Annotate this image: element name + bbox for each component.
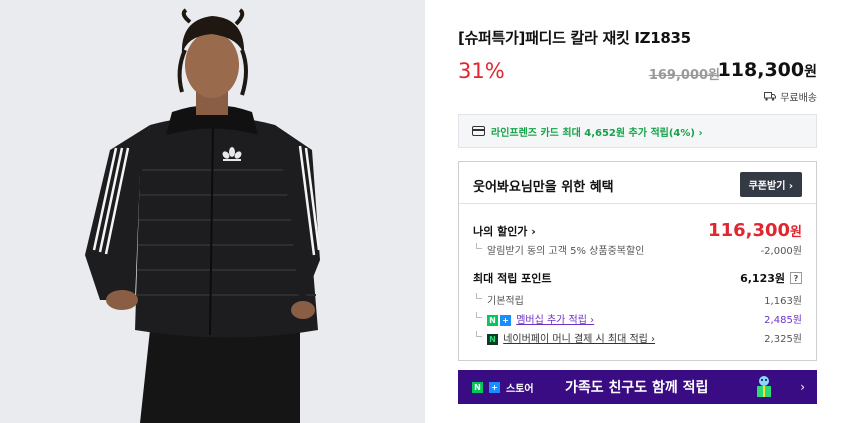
truck-icon <box>764 92 777 101</box>
sale-price-value: 118,300 <box>717 59 805 81</box>
membership-points-value: 2,485원 <box>764 315 802 326</box>
npay-points-label-wrap: N 네이버페이 머니 결제 시 최대 적립 › <box>473 330 655 345</box>
banner-brand: N + 스토어 <box>472 380 534 395</box>
chevron-right-icon: › <box>800 380 805 394</box>
naver-n-icon: N <box>487 314 498 326</box>
banner-text: 가족도 친구도 함께 적립 <box>565 380 709 396</box>
naver-pay-icon: N <box>487 333 498 345</box>
my-discount-row: 나의 할인가 › 116,300원 <box>473 220 802 241</box>
store-promo-banner[interactable]: N + 스토어 가족도 친구도 함께 적립 › <box>458 370 817 404</box>
my-discount-price-value: 116,300 <box>708 220 791 241</box>
member-benefit-box: 웃어봐요님만을 위한 혜택 쿠폰받기 › 나의 할인가 › 116,300원 알… <box>458 161 817 361</box>
membership-points-link[interactable]: 멤버십 추가 적립 › <box>516 315 594 326</box>
basic-points-row: 기본적립 1,163원 <box>473 292 802 307</box>
npay-points-value: 2,325원 <box>764 334 802 345</box>
my-discount-link[interactable]: 나의 할인가 › <box>473 223 536 239</box>
npay-points-row: N 네이버페이 머니 결제 시 최대 적립 › 2,325원 <box>473 330 802 345</box>
help-icon[interactable]: ? <box>790 272 802 284</box>
membership-points-label-wrap: N + 멤버십 추가 적립 › <box>473 311 594 326</box>
max-points-row: 최대 적립 포인트 6,123원 ? <box>473 270 802 286</box>
product-title: [슈퍼특가]패디드 칼라 재킷 IZ1835 <box>458 29 691 47</box>
divider <box>459 203 816 204</box>
shipping-label: 무료배송 <box>780 93 817 104</box>
alert-discount-label: 알림받기 동의 고객 5% 상품중복할인 <box>473 242 644 257</box>
sale-price-unit: 원 <box>804 64 817 80</box>
banner-brand-label: 스토어 <box>506 383 534 395</box>
max-points-value: 6,123원 <box>740 272 785 285</box>
card-offer-text: 라인프렌즈 카드 최대 4,652원 추가 적립(4%) › <box>491 127 703 139</box>
original-price: 169,000원 <box>648 68 720 83</box>
card-offer-box[interactable]: 라인프렌즈 카드 최대 4,652원 추가 적립(4%) › <box>458 114 817 148</box>
npay-points-link[interactable]: 네이버페이 머니 결제 시 최대 적립 › <box>503 334 655 345</box>
discount-rate: 31% <box>458 59 505 83</box>
my-discount-price: 116,300원 <box>708 220 802 241</box>
shipping-info: 무료배송 <box>764 89 817 104</box>
my-discount-price-unit: 원 <box>790 225 802 240</box>
benefit-title: 웃어봐요님만을 위한 혜택 <box>473 180 614 195</box>
max-points-label: 최대 적립 포인트 <box>473 272 552 285</box>
gift-character-icon <box>757 376 771 397</box>
membership-points-row: N + 멤버십 추가 적립 › 2,485원 <box>473 311 802 326</box>
basic-points-label: 기본적립 <box>473 292 524 307</box>
coupon-button[interactable]: 쿠폰받기 › <box>739 172 802 197</box>
product-photo-illustration <box>0 0 425 423</box>
naver-n-icon: N <box>472 381 483 393</box>
sale-price: 118,300원 <box>718 59 817 81</box>
credit-card-icon <box>472 126 485 136</box>
plus-icon: + <box>489 381 500 393</box>
alert-discount-value: -2,000원 <box>760 246 802 257</box>
product-image <box>0 0 425 423</box>
basic-points-value: 1,163원 <box>764 296 802 307</box>
plus-icon: + <box>500 314 511 326</box>
max-points-value-wrap: 6,123원 ? <box>740 270 802 286</box>
alert-discount-row: 알림받기 동의 고객 5% 상품중복할인 -2,000원 <box>473 242 802 257</box>
